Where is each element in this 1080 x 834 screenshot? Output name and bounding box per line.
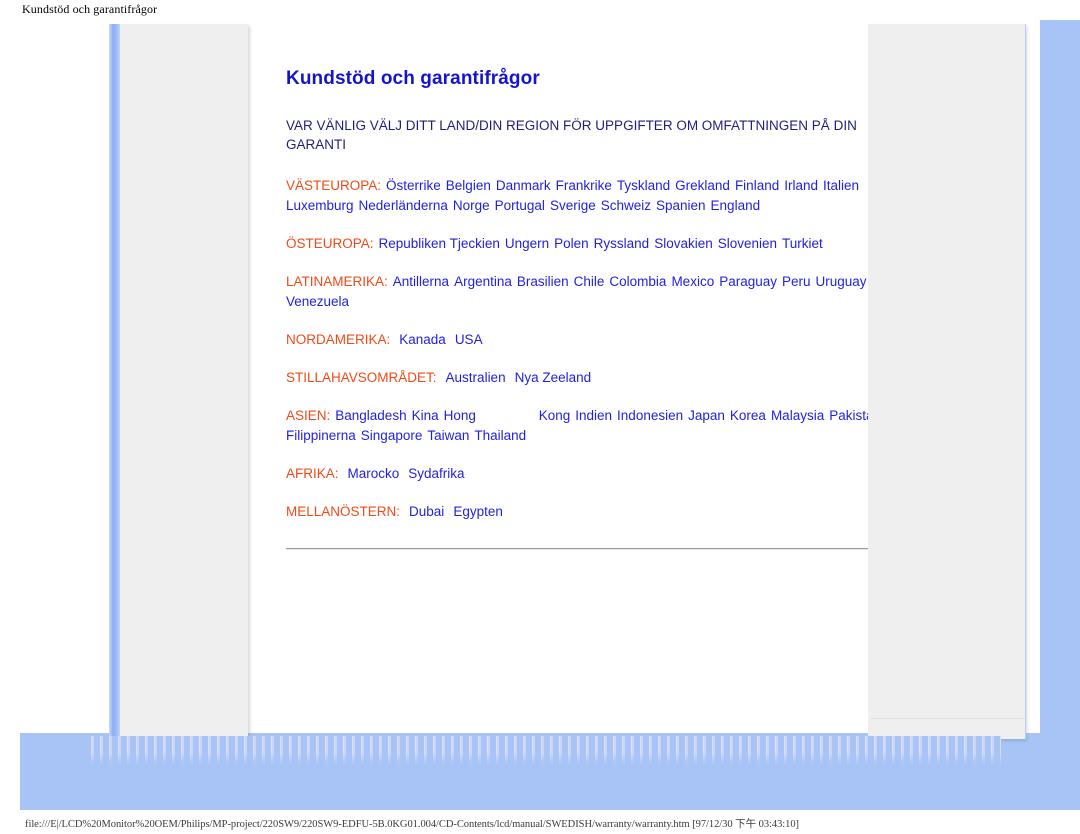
- country-link[interactable]: Brasilien: [517, 274, 569, 289]
- country-link[interactable]: Marocko: [348, 466, 400, 481]
- country-link[interactable]: Norge: [453, 198, 490, 213]
- left-blue-rail: [109, 24, 120, 738]
- country-link[interactable]: England: [711, 198, 761, 213]
- country-link[interactable]: Bangladesh: [335, 408, 406, 423]
- region-block: VÄSTEUROPA: Österrike Belgien Danmark Frankr…: [286, 176, 868, 216]
- country-link[interactable]: Dubai: [409, 504, 444, 519]
- country-link[interactable]: Australien: [446, 370, 506, 385]
- country-link[interactable]: Italien: [823, 178, 859, 193]
- country-link[interactable]: Kanada: [399, 332, 446, 347]
- country-link[interactable]: Portugal: [495, 198, 545, 213]
- country-link[interactable]: Schweiz: [601, 198, 651, 213]
- country-link[interactable]: Egypten: [453, 504, 503, 519]
- region-label: MELLANÖSTERN:: [286, 504, 401, 519]
- decorative-comb-strip: [88, 736, 1001, 766]
- country-link[interactable]: Nya Zeeland: [515, 370, 592, 385]
- region-label: VÄSTEUROPA:: [286, 178, 382, 193]
- country-link[interactable]: Chile: [574, 274, 605, 289]
- country-link[interactable]: Spanien: [656, 198, 706, 213]
- status-bar: file:///E|/LCD%20Monitor%20OEM/Philips/M…: [0, 814, 1080, 834]
- country-link[interactable]: Paraguay: [719, 274, 777, 289]
- page-subtitle: VAR VÄNLIG VÄLJ DITT LAND/DIN REGION FÖR…: [286, 118, 857, 152]
- region-block: LATINAMERIKA: Antillerna Argentina Brasilie…: [286, 272, 868, 312]
- region-label: LATINAMERIKA:: [286, 274, 388, 289]
- country-link[interactable]: Frankrike: [556, 178, 612, 193]
- page-shell: Kundstöd och garantifrågor VAR VÄNLIG VÄ…: [20, 20, 1080, 810]
- country-link[interactable]: Korea: [730, 408, 766, 423]
- country-link[interactable]: Pakistan: [829, 408, 868, 423]
- country-link[interactable]: Colombia: [609, 274, 666, 289]
- right-panel-edge-line: [1025, 24, 1026, 739]
- country-link[interactable]: USA: [455, 332, 483, 347]
- country-link[interactable]: Japan: [688, 408, 725, 423]
- country-link[interactable]: Malaysia: [771, 408, 824, 423]
- country-link[interactable]: Finland: [735, 178, 779, 193]
- country-link[interactable]: Slovenien: [718, 236, 777, 251]
- region-label: NORDAMERIKA:: [286, 332, 391, 347]
- region-label: ÖSTEUROPA:: [286, 236, 374, 251]
- region-block: MELLANÖSTERN: Dubai Egypten: [286, 502, 868, 522]
- country-link[interactable]: Ungern: [505, 236, 549, 251]
- country-link[interactable]: Peru: [782, 274, 811, 289]
- country-link[interactable]: Tyskland: [617, 178, 670, 193]
- region-label: ASIEN:: [286, 408, 331, 423]
- region-label: STILLAHAVSOMRÅDET:: [286, 370, 437, 385]
- country-link[interactable]: Singapore: [361, 428, 423, 443]
- country-link[interactable]: Danmark: [496, 178, 551, 193]
- region-block: AFRIKA: Marocko Sydafrika: [286, 464, 868, 484]
- country-link[interactable]: Indonesien: [617, 408, 683, 423]
- region-block: ASIEN: Bangladesh Kina Hong Kong Indien Indon…: [286, 406, 868, 446]
- country-link[interactable]: Slovakien: [654, 236, 713, 251]
- country-link[interactable]: Thailand: [474, 428, 526, 443]
- region-block: STILLAHAVSOMRÅDET: Australien Nya Zeeland: [286, 368, 868, 388]
- country-link[interactable]: Österrike: [386, 178, 441, 193]
- country-link[interactable]: Polen: [554, 236, 589, 251]
- country-link[interactable]: Grekland: [675, 178, 730, 193]
- country-link[interactable]: Irland: [784, 178, 818, 193]
- main-content-column: Kundstöd och garantifrågor VAR VÄNLIG VÄ…: [266, 20, 868, 733]
- left-navigation-panel[interactable]: [120, 24, 248, 736]
- country-link[interactable]: Filippinerna: [286, 428, 356, 443]
- region-block: ÖSTEUROPA: Republiken Tjeckien Ungern Polen…: [286, 234, 868, 254]
- region-label: AFRIKA:: [286, 466, 339, 481]
- country-link[interactable]: Uruguay: [816, 274, 867, 289]
- content-divider: [286, 548, 868, 550]
- browser-window-title: Kundstöd och garantifrågor: [22, 2, 158, 16]
- content-inner: Kundstöd och garantifrågor VAR VÄNLIG VÄ…: [286, 68, 868, 550]
- country-link[interactable]: Venezuela: [286, 294, 349, 309]
- country-link[interactable]: Republiken Tjeckien: [379, 236, 500, 251]
- country-link[interactable]: Indien: [575, 408, 612, 423]
- country-link[interactable]: Luxemburg: [286, 198, 354, 213]
- country-link[interactable]: Taiwan: [427, 428, 469, 443]
- country-link[interactable]: Nederländerna: [359, 198, 448, 213]
- country-link[interactable]: Hong Kong: [444, 408, 571, 423]
- country-link[interactable]: Ryssland: [594, 236, 650, 251]
- right-side-panel: [868, 24, 1025, 739]
- country-link[interactable]: Turkiet: [782, 236, 823, 251]
- country-link[interactable]: Belgien: [446, 178, 491, 193]
- page-title: Kundstöd och garantifrågor: [286, 68, 540, 89]
- right-panel-divider: [870, 718, 1025, 719]
- country-link[interactable]: Kina: [412, 408, 439, 423]
- country-link[interactable]: Argentina: [454, 274, 512, 289]
- status-bar-url: file:///E|/LCD%20Monitor%20OEM/Philips/M…: [25, 819, 800, 830]
- regions-container: VÄSTEUROPA: Österrike Belgien Danmark Frankr…: [286, 176, 868, 522]
- country-link[interactable]: Sydafrika: [408, 466, 464, 481]
- region-block: NORDAMERIKA: Kanada USA: [286, 330, 868, 350]
- country-link[interactable]: Sverige: [550, 198, 596, 213]
- country-link[interactable]: Antillerna: [393, 274, 449, 289]
- country-link[interactable]: Mexico: [671, 274, 714, 289]
